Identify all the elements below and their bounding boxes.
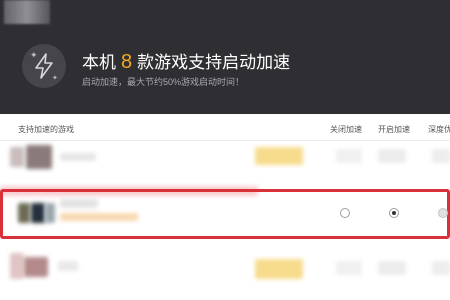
title-prefix: 本机 <box>82 53 116 72</box>
game-row[interactable] <box>0 141 450 187</box>
radio-deep[interactable] <box>438 208 448 218</box>
column-header-off: 关闭加速 <box>330 125 362 134</box>
game-icon <box>24 257 48 277</box>
game-row-highlighted[interactable] <box>0 191 450 237</box>
game-icon <box>26 145 52 169</box>
supported-game-count: 8 <box>121 51 133 73</box>
game-detail <box>60 213 138 221</box>
game-row[interactable] <box>0 247 450 293</box>
column-header-on: 开启加速 <box>378 125 410 134</box>
option-deep[interactable] <box>432 149 450 163</box>
game-icon <box>45 203 55 223</box>
status-tag <box>255 147 303 165</box>
game-name <box>60 153 96 161</box>
table-header: 支持加速的游戏 关闭加速 开启加速 深度优 <box>0 118 450 141</box>
option-on[interactable] <box>378 149 406 163</box>
game-name <box>60 199 98 208</box>
game-icon <box>10 147 24 167</box>
sparkle-icon: ✦ <box>30 50 38 60</box>
game-name <box>58 261 78 271</box>
blurred-logo <box>4 0 50 24</box>
boost-badge: ✦ ✦ <box>22 44 66 88</box>
status-tag <box>255 259 303 279</box>
radio-on[interactable] <box>389 208 399 218</box>
column-header-game: 支持加速的游戏 <box>18 125 74 134</box>
column-header-deep: 深度优 <box>428 125 450 134</box>
sparkle-icon: ✦ <box>52 75 58 82</box>
game-icon <box>10 253 24 279</box>
option-off[interactable] <box>336 149 362 163</box>
boost-header: ✦ ✦ 本机 8 款游戏支持启动加速 启动加速，最大节约50%游戏启动时间！ <box>0 0 450 114</box>
option-off[interactable] <box>336 261 362 275</box>
page-subtitle: 启动加速，最大节约50%游戏启动时间！ <box>82 77 245 87</box>
title-suffix: 款游戏支持启动加速 <box>137 53 291 72</box>
game-icon <box>31 203 45 223</box>
option-deep[interactable] <box>432 261 450 275</box>
option-on[interactable] <box>378 261 406 275</box>
page-title: 本机 8 款游戏支持启动加速 <box>82 48 291 73</box>
radio-off[interactable] <box>340 208 350 218</box>
game-icon <box>18 203 30 223</box>
